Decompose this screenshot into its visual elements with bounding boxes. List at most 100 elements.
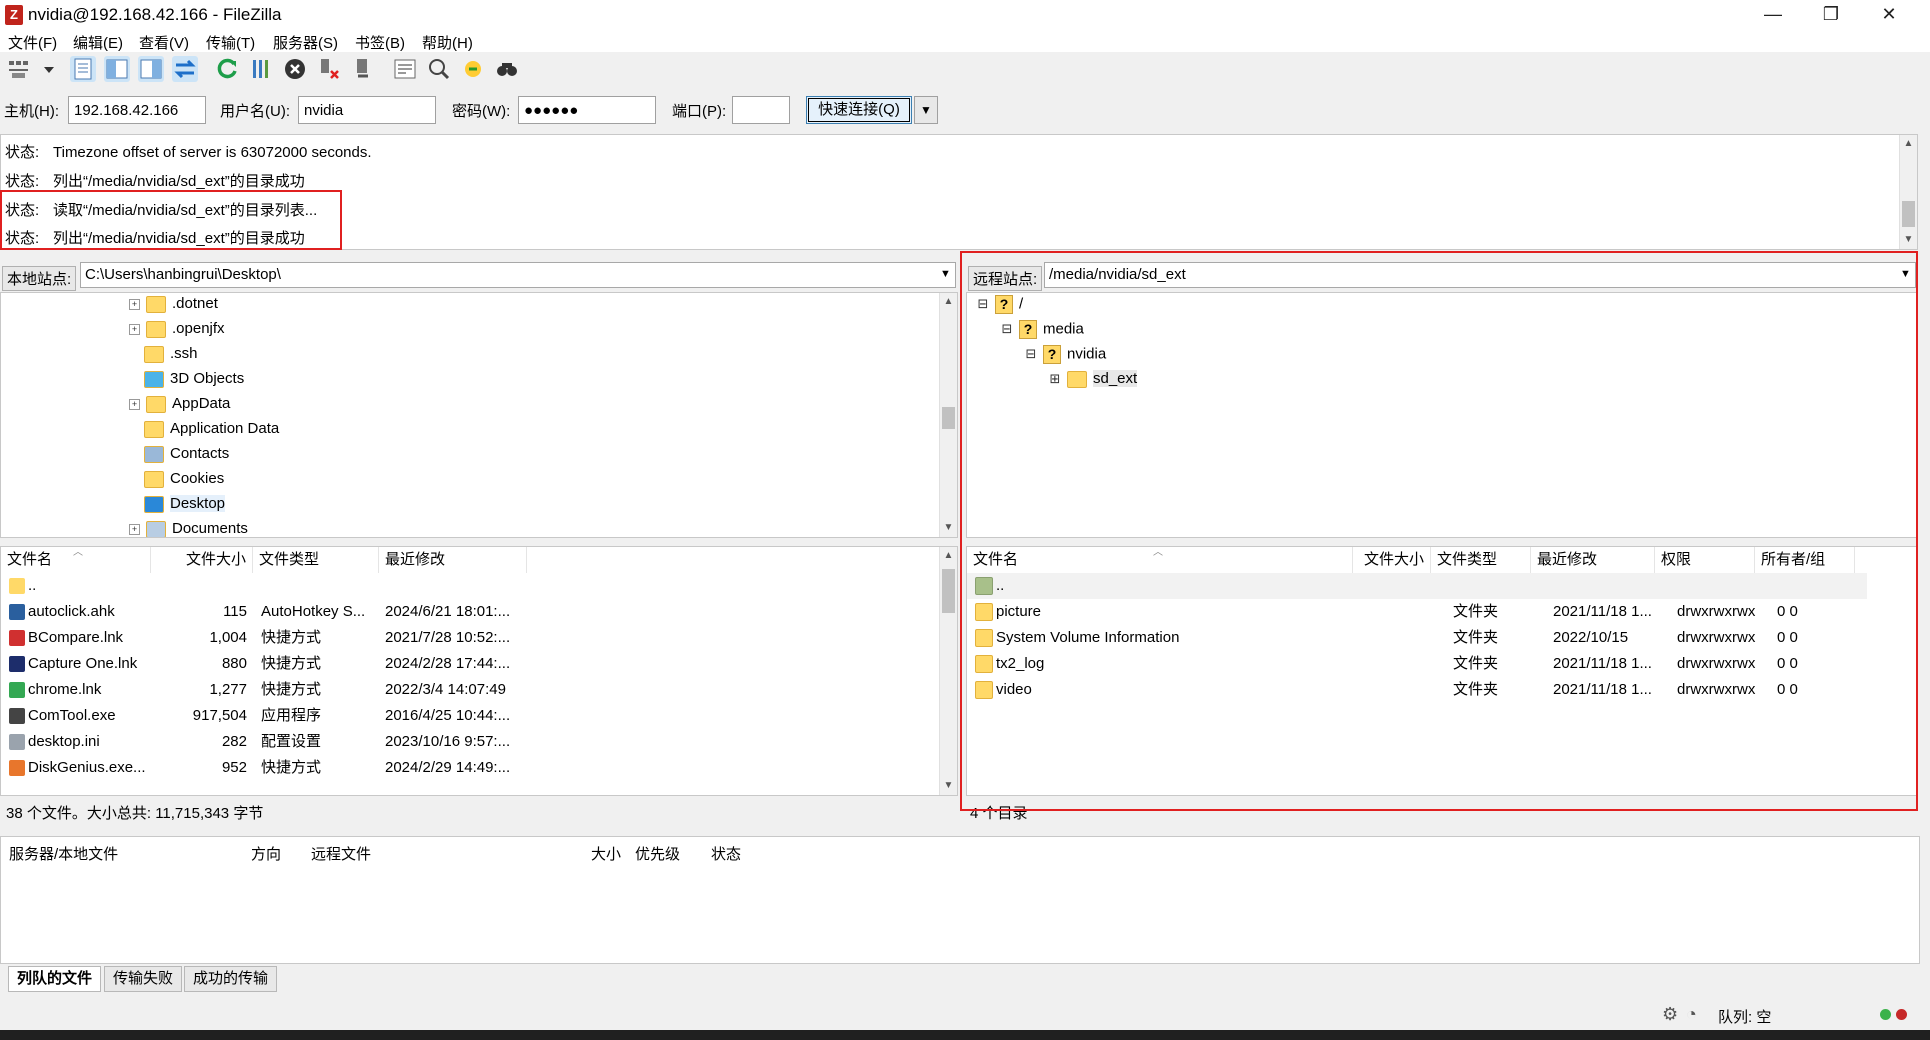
gear-icon[interactable]: ⚙ bbox=[1662, 1004, 1678, 1025]
toggle-remote-tree-icon[interactable] bbox=[138, 56, 164, 82]
scroll-up-icon[interactable]: ▲ bbox=[1900, 135, 1917, 152]
toggle-queue-icon[interactable] bbox=[172, 56, 198, 82]
3d-objects-icon bbox=[144, 370, 164, 388]
local-site-label: 本地站点: bbox=[2, 266, 77, 291]
local-status: 38 个文件。大小总共: 11,715,343 字节 bbox=[6, 805, 264, 822]
file-row[interactable]: DiskGenius.exe... 952 快捷方式 2024/2/29 14:49:… bbox=[1, 755, 937, 781]
file-type: 快捷方式 bbox=[261, 759, 322, 776]
tree-item[interactable]: + AppData bbox=[129, 395, 230, 419]
refresh-icon[interactable] bbox=[214, 56, 240, 82]
speed-limit-icon[interactable]: ◔ bbox=[1686, 1004, 1697, 1025]
menu-server[interactable]: 服务器(S) bbox=[273, 32, 338, 53]
scroll-up-icon[interactable]: ▲ bbox=[940, 293, 957, 310]
queue-col-local[interactable]: 服务器/本地文件 bbox=[9, 843, 118, 864]
folder-icon bbox=[146, 395, 166, 413]
expand-icon[interactable]: + bbox=[129, 323, 140, 335]
reconnect-icon[interactable] bbox=[350, 56, 376, 82]
tree-item[interactable]: Desktop bbox=[129, 495, 226, 519]
password-input[interactable] bbox=[518, 96, 656, 124]
tab-failed-transfers[interactable]: 传输失败 bbox=[104, 966, 183, 992]
menu-help[interactable]: 帮助(H) bbox=[422, 32, 473, 53]
queue-col-direction[interactable]: 方向 bbox=[251, 843, 281, 864]
col-filetype[interactable]: 文件类型 bbox=[253, 547, 379, 573]
tree-item[interactable]: Application Data bbox=[129, 420, 279, 444]
scroll-up-icon[interactable]: ▲ bbox=[940, 547, 957, 564]
expand-icon[interactable]: + bbox=[129, 398, 140, 410]
tab-queued-files[interactable]: 列队的文件 bbox=[8, 966, 102, 992]
sort-arrow-icon: ︿ bbox=[73, 547, 83, 558]
disconnect-icon[interactable] bbox=[316, 56, 342, 82]
menu-transfer[interactable]: 传输(T) bbox=[206, 32, 255, 53]
cancel-icon[interactable] bbox=[282, 56, 308, 82]
expand-icon[interactable]: + bbox=[129, 298, 140, 310]
dropdown-arrow-icon[interactable] bbox=[36, 56, 54, 82]
tree-item[interactable]: .ssh bbox=[129, 345, 198, 369]
status-light-green-icon bbox=[1880, 1009, 1891, 1020]
port-input[interactable] bbox=[732, 96, 790, 124]
search-icon[interactable] bbox=[494, 56, 520, 82]
sync-browse-icon[interactable] bbox=[460, 56, 486, 82]
minimize-button[interactable]: — bbox=[1744, 0, 1802, 30]
scroll-down-icon[interactable]: ▼ bbox=[1900, 231, 1917, 248]
filter-icon[interactable] bbox=[392, 56, 418, 82]
scroll-down-icon[interactable]: ▼ bbox=[940, 519, 957, 536]
queue-col-priority[interactable]: 优先级 bbox=[635, 843, 680, 864]
queue-col-status[interactable]: 状态 bbox=[711, 843, 741, 864]
log-scrollbar[interactable]: ▲ ▼ bbox=[1899, 135, 1917, 249]
toggle-log-icon[interactable] bbox=[70, 56, 96, 82]
username-input[interactable] bbox=[298, 96, 436, 124]
file-name: BCompare.lnk bbox=[28, 629, 124, 646]
menu-bookmarks[interactable]: 书签(B) bbox=[355, 32, 405, 53]
file-name: .. bbox=[28, 577, 37, 594]
title-bar: Z nvidia@192.168.42.166 - FileZilla — ❐ … bbox=[0, 0, 1930, 30]
local-file-list: 文件名 文件大小 文件类型 最近修改 ︿ .. autoclick.ahk 115 A… bbox=[0, 546, 958, 796]
scroll-thumb[interactable] bbox=[1902, 201, 1915, 227]
maximize-button[interactable]: ❐ bbox=[1802, 0, 1860, 30]
file-row[interactable]: chrome.lnk 1,277 快捷方式 2022/3/4 14:07:49 bbox=[1, 677, 937, 703]
menu-edit[interactable]: 编辑(E) bbox=[73, 32, 123, 53]
quickconnect-button[interactable]: 快速连接(Q) bbox=[806, 96, 912, 124]
file-modified: 2022/3/4 14:07:49 bbox=[385, 681, 506, 698]
file-name-cell: desktop.ini bbox=[9, 729, 151, 755]
file-row[interactable]: autoclick.ahk 115 AutoHotkey S... 2024/6/21… bbox=[1, 599, 937, 625]
quickconnect-bar: 主机(H): 用户名(U): 密码(W): 端口(P): 快速连接(Q) ▼ bbox=[0, 92, 1930, 128]
file-row[interactable]: ComTool.exe 917,504 应用程序 2016/4/25 10:44:..… bbox=[1, 703, 937, 729]
site-manager-icon[interactable] bbox=[6, 56, 32, 82]
chevron-down-icon[interactable]: ▼ bbox=[940, 268, 951, 280]
tree-item[interactable]: Cookies bbox=[129, 470, 224, 494]
col-filesize[interactable]: 文件大小 bbox=[151, 547, 253, 573]
quickconnect-history-dropdown[interactable]: ▼ bbox=[914, 96, 938, 124]
scroll-thumb[interactable] bbox=[942, 407, 955, 429]
tree-item[interactable]: Contacts bbox=[129, 445, 229, 469]
file-name: Capture One.lnk bbox=[28, 655, 138, 672]
file-name: autoclick.ahk bbox=[28, 603, 115, 620]
expand-icon[interactable]: + bbox=[129, 523, 140, 535]
tree-item[interactable]: + Documents bbox=[129, 520, 248, 537]
file-name: DiskGenius.exe... bbox=[28, 759, 146, 776]
tree-item[interactable]: + .dotnet bbox=[129, 295, 218, 319]
file-row[interactable]: desktop.ini 282 配置设置 2023/10/16 9:57:... bbox=[1, 729, 937, 755]
file-row[interactable]: .. bbox=[1, 573, 937, 599]
compare-icon[interactable] bbox=[426, 56, 452, 82]
local-path-input[interactable]: C:\Users\hanbingrui\Desktop\ bbox=[80, 262, 956, 288]
menu-view[interactable]: 查看(V) bbox=[139, 32, 189, 53]
tab-successful-transfers[interactable]: 成功的传输 bbox=[184, 966, 278, 992]
local-tree-scrollbar[interactable]: ▲ ▼ bbox=[939, 293, 957, 537]
menu-file[interactable]: 文件(F) bbox=[8, 32, 57, 53]
local-list-scrollbar[interactable]: ▲ ▼ bbox=[939, 547, 957, 795]
toggle-local-tree-icon[interactable] bbox=[104, 56, 130, 82]
file-row[interactable]: Capture One.lnk 880 快捷方式 2024/2/28 17:44:..… bbox=[1, 651, 937, 677]
close-button[interactable]: ✕ bbox=[1860, 0, 1918, 30]
queue-col-remote[interactable]: 远程文件 bbox=[311, 843, 371, 864]
host-input[interactable] bbox=[68, 96, 206, 124]
scroll-down-icon[interactable]: ▼ bbox=[940, 777, 957, 794]
process-queue-icon[interactable] bbox=[248, 56, 274, 82]
col-modified[interactable]: 最近修改 bbox=[379, 547, 527, 573]
scroll-thumb[interactable] bbox=[942, 569, 955, 613]
queue-col-size[interactable]: 大小 bbox=[591, 843, 621, 864]
file-row[interactable]: BCompare.lnk 1,004 快捷方式 2021/7/28 10:52:... bbox=[1, 625, 937, 651]
tree-item[interactable]: + .openjfx bbox=[129, 320, 225, 344]
tree-item[interactable]: 3D Objects bbox=[129, 370, 244, 394]
